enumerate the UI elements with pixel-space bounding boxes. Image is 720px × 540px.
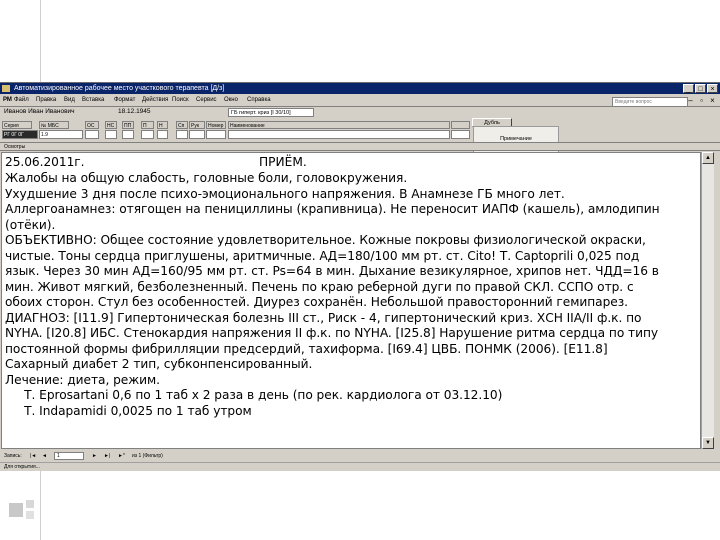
note-line: Т. Indapamidi 0,0025 по 1 таб утром [5, 403, 252, 418]
note-line: Лечение: диета, режим. [5, 372, 160, 387]
record-label: Запись: [4, 453, 22, 459]
slide-deco-square [26, 500, 34, 508]
mdi-restore-icon[interactable]: ▫ [697, 96, 706, 105]
grid-header: Сп [176, 121, 188, 129]
window-title: Автоматизированное рабочее место участко… [14, 85, 225, 92]
menu-item-window[interactable]: Окно [224, 95, 238, 106]
grid-header: НС [105, 121, 117, 129]
grid-header: Н [157, 121, 168, 129]
record-number: 1 [57, 453, 60, 459]
visit-note-editor[interactable]: 25.06.2011г. ПРИЁМ. Жалобы на общую слаб… [1, 152, 701, 449]
grid-cell-name[interactable] [228, 130, 450, 139]
record-navigator: Запись: |◄ ◄ 1 ► ►| ►* из 1 (Фильтр) [0, 451, 720, 461]
grid-cell-mbs[interactable]: 1.9 [39, 130, 83, 139]
note-line: (отёки). [5, 217, 56, 232]
grid-cell[interactable] [451, 130, 470, 139]
menu-item-service[interactable]: Сервис [196, 95, 217, 106]
note-line: NYHA. [I20.8] ИБС. Стенокардия напряжени… [5, 326, 659, 340]
note-line: ДИАГНОЗ: [I11.9] Гипертоническая болезнь… [5, 310, 642, 325]
grid-header: П [141, 121, 154, 129]
menu-item-insert[interactable]: Вставка [82, 95, 104, 106]
menu-app-icon: РМ [3, 97, 12, 103]
new-record-button[interactable]: ►* [118, 451, 125, 461]
grid-header: Рук [189, 121, 205, 129]
grid-cell[interactable] [206, 130, 226, 139]
grid-cell[interactable] [122, 130, 134, 139]
mdi-close-icon[interactable]: × [708, 96, 717, 105]
record-count: из 1 (Фильтр) [132, 453, 163, 459]
maximize-button[interactable]: □ [695, 84, 706, 93]
note-line: Жалобы на общую слабость, головные боли,… [5, 171, 408, 185]
status-bar: Для открытия... [0, 462, 720, 472]
scroll-up-icon[interactable]: ▲ [702, 152, 714, 164]
note-line: Т. Eprosartani 0,6 по 1 таб х 2 раза в д… [5, 388, 503, 402]
grid-header: ПП [122, 121, 134, 129]
slide-deco-square [9, 503, 23, 517]
note-line: постоянной формы фибрилляции предсердий,… [5, 341, 608, 356]
minimize-button[interactable]: _ [683, 84, 694, 93]
note-line: ОБЪЕКТИВНО: Общее состояние удовлетворит… [5, 233, 646, 247]
app-window: Автоматизированное рабочее место участко… [0, 82, 720, 471]
grid-cell-series[interactable]: РГ 0Г 0Г [2, 130, 38, 139]
grid-header: № МБС [39, 121, 69, 129]
note-line: язык. Через 30 мин АД=160/95 мм рт. ст. … [5, 264, 659, 278]
note-line: мин. Живот мягкий, безболезненный. Печен… [5, 279, 634, 294]
vertical-scrollbar[interactable]: ▲ ▼ [701, 152, 714, 449]
status-text: Для открытия... [4, 464, 40, 470]
note-line: обоих сторон. Стул без особенностей. Диу… [5, 295, 628, 309]
title-bar: Автоматизированное рабочее место участко… [0, 83, 720, 94]
close-button[interactable]: × [707, 84, 718, 93]
menu-item-search[interactable]: Поиск [172, 95, 189, 106]
patient-dob: 18.12.1945 [118, 108, 151, 115]
first-record-button[interactable]: |◄ [30, 451, 36, 461]
grid-cell[interactable] [176, 130, 188, 139]
note-line: Ухудшение 3 дня после психо-эмоционально… [5, 186, 565, 201]
grid-cell[interactable] [157, 130, 168, 139]
grid-header: Номер [206, 121, 226, 129]
next-record-button[interactable]: ► [92, 451, 97, 461]
prev-record-button[interactable]: ◄ [42, 451, 47, 461]
grid-header [451, 121, 470, 129]
scroll-down-icon[interactable]: ▼ [702, 437, 714, 449]
note-line: чистые. Тоны сердца приглушены, аритмичн… [5, 248, 640, 263]
grid-cell[interactable] [189, 130, 205, 139]
grid-cell[interactable] [105, 130, 117, 139]
mdi-minimize-icon[interactable]: – [686, 96, 695, 105]
menu-item-file[interactable]: Файл [14, 95, 29, 106]
menu-item-help[interactable]: Справка [247, 95, 271, 106]
menu-item-format[interactable]: Формат [114, 95, 135, 106]
diagnosis-field[interactable]: ГБ гиперт. криз [І 30/10] [228, 108, 314, 117]
grid-header: Наименование [228, 121, 450, 129]
grid-cell[interactable] [85, 130, 99, 139]
menu-item-edit[interactable]: Правка [36, 95, 56, 106]
note-date: 25.06.2011г. [5, 155, 85, 169]
grid-header: ОС [85, 121, 99, 129]
note-heading: ПРИЁМ. [259, 155, 307, 169]
menu-separator [0, 106, 720, 107]
grid-cell[interactable] [141, 130, 154, 139]
slide-deco-square [26, 511, 34, 519]
menu-item-view[interactable]: Вид [64, 95, 75, 106]
patient-name: Иванов Иван Иванович [4, 108, 75, 115]
note-line: Сахарный диабет 2 тип, субконпенсированн… [5, 357, 313, 371]
app-icon [2, 85, 10, 92]
record-number-input[interactable]: 1 [54, 452, 84, 460]
note-line: Аллергоанамнез: отягощен на пенициллины … [5, 202, 660, 216]
grid-header: Серия [2, 121, 32, 129]
last-record-button[interactable]: ►| [104, 451, 110, 461]
section-label: Осмотры [0, 142, 720, 151]
menu-item-actions[interactable]: Действия [142, 95, 168, 106]
